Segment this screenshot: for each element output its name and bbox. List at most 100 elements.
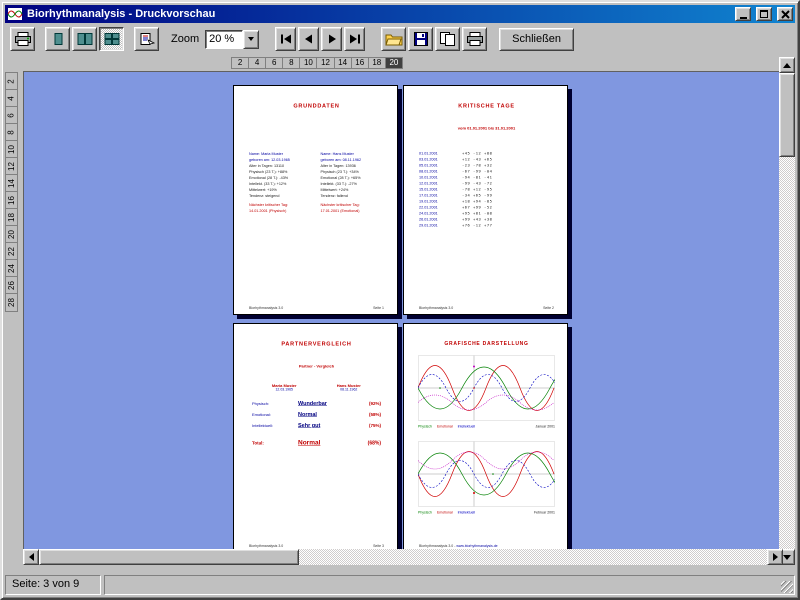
vertical-scrollbar[interactable] xyxy=(779,57,795,565)
chart-period-label: Januar 2001 xyxy=(536,425,555,429)
chart-2-container xyxy=(418,442,555,510)
total-value: Normal xyxy=(298,439,368,447)
partner-headers: Maria Muster 12.03.1965 Hans Muster 08.1… xyxy=(252,384,381,392)
page-number: Seite 3 xyxy=(373,545,384,549)
ruler-mark: 24 xyxy=(6,260,17,277)
comparison-rows: Physisch: Wunderbar (92%) Emotional: Nor… xyxy=(252,401,381,434)
prev-page-icon xyxy=(303,34,315,44)
values-cell: -34 +65 -99 xyxy=(462,193,492,198)
preview-page-1[interactable]: GRUNDDATEN Name: Maria Muster geboren am… xyxy=(233,85,398,315)
copy-button[interactable] xyxy=(435,27,460,51)
scroll-up-button[interactable] xyxy=(779,57,795,73)
horizontal-scroll-thumb[interactable] xyxy=(39,549,299,565)
marker-dot xyxy=(439,387,441,389)
text-line: 14.01.2001 (Physisch) xyxy=(249,208,313,214)
ruler-mark: 18 xyxy=(369,58,386,68)
app-window: Biorhythmanalysis - Druckvorschau xyxy=(0,0,800,600)
values-cell: +95 +81 -08 xyxy=(462,211,492,216)
zoom-dropdown-button[interactable] xyxy=(243,30,259,49)
print-setup-button[interactable] xyxy=(10,27,35,51)
scroll-down-icon xyxy=(783,555,791,564)
last-page-button[interactable] xyxy=(344,27,365,51)
biorhythm-chart-2 xyxy=(418,442,555,507)
values-cell: +76 -12 +77 xyxy=(462,223,492,228)
text-line: 17.01.2001 (Emotional) xyxy=(321,208,385,214)
cycle-value: Sehr gut xyxy=(298,423,369,429)
next-page-button[interactable] xyxy=(321,27,342,51)
footer-text: Biorhythmanalysis 3.0 xyxy=(419,307,453,311)
chart-period-label: Februar 2001 xyxy=(534,511,555,515)
page-subtitle: Partner - Vergleich xyxy=(234,364,398,369)
close-preview-button[interactable]: Schließen xyxy=(499,28,574,51)
page-footer: Biorhythmanalysis 3.0 Seite 3 xyxy=(249,545,384,549)
two-pages-view-button[interactable] xyxy=(72,27,97,51)
ruler-mark: 28 xyxy=(6,294,17,311)
close-window-button[interactable] xyxy=(777,7,793,21)
ruler-mark: 8 xyxy=(283,58,300,68)
zoom-value[interactable]: 20 % xyxy=(205,30,243,49)
open-icon xyxy=(385,33,403,46)
total-label: Total: xyxy=(252,441,298,446)
cycle-percent: (75%) xyxy=(369,423,381,428)
horizontal-scrollbar[interactable] xyxy=(23,549,783,565)
app-icon xyxy=(7,7,23,21)
scroll-right-icon xyxy=(773,553,782,561)
values-cell: -94 -81 -41 xyxy=(462,175,492,180)
text-line: Tendenz: steigend xyxy=(249,193,313,199)
save-button[interactable] xyxy=(408,27,433,51)
page-setup-icon xyxy=(139,33,155,46)
ruler-mark: 20 xyxy=(6,226,17,243)
cycle-percent: (92%) xyxy=(369,401,381,406)
values-cell: -78 +12 -95 xyxy=(462,187,492,192)
page-number: Seite 1 xyxy=(373,307,384,311)
scroll-left-button[interactable] xyxy=(23,549,39,565)
title-bar[interactable]: Biorhythmanalysis - Druckvorschau xyxy=(5,5,795,23)
person-1-column: Name: Maria Muster geboren am: 12.03.196… xyxy=(249,151,313,214)
footer-text: Biorhythmanalysis 3.0 xyxy=(249,545,283,549)
one-page-icon xyxy=(50,33,66,45)
two-pages-icon xyxy=(77,33,93,45)
vertical-scroll-thumb[interactable] xyxy=(779,73,795,157)
preview-page-2[interactable]: KRITISCHE TAGE vom 01.01.2001 bis 31.01.… xyxy=(403,85,568,315)
maximize-icon xyxy=(760,10,768,18)
page-2-content: KRITISCHE TAGE vom 01.01.2001 bis 31.01.… xyxy=(404,86,568,315)
ruler-mark: 12 xyxy=(6,158,17,175)
values-cell: +12 -43 +65 xyxy=(462,157,492,162)
print-icon xyxy=(466,32,484,46)
ruler-mark: 16 xyxy=(6,192,17,209)
cycle-value: Wunderbar xyxy=(298,401,369,407)
ruler-mark: 4 xyxy=(6,90,17,107)
minimize-button[interactable] xyxy=(735,7,751,21)
preview-page-4[interactable]: GRAFISCHE DARSTELLUNG xyxy=(403,323,568,553)
marker-dot xyxy=(473,492,475,494)
ruler-mark: 4 xyxy=(249,58,266,68)
table-row: 29.01.2001+76 -12 +77 xyxy=(419,223,554,229)
comparison-row: Intellektuell: Sehr gut (75%) xyxy=(252,423,381,434)
status-bar: Seite: 3 von 9 xyxy=(5,573,795,595)
zoom-combobox[interactable]: 20 % xyxy=(205,30,259,49)
ruler-mark: 8 xyxy=(6,124,17,141)
values-cell: -67 -99 -04 xyxy=(462,169,492,174)
scroll-right-button[interactable] xyxy=(767,549,783,565)
first-page-button[interactable] xyxy=(275,27,296,51)
page-setup-button[interactable] xyxy=(134,27,159,51)
cycle-label: Emotional: xyxy=(252,413,298,418)
marker-dot xyxy=(473,387,475,389)
comparison-row: Emotional: Normal (58%) xyxy=(252,412,381,423)
page-title: PARTNERVERGLEICH xyxy=(234,341,398,347)
open-button[interactable] xyxy=(381,27,406,51)
zoom-label: Zoom xyxy=(171,33,199,45)
ruler-mark: 6 xyxy=(6,107,17,124)
values-cell: -99 -43 -72 xyxy=(462,181,492,186)
partner-2-header: Hans Muster 08.11.1962 xyxy=(317,384,382,392)
four-pages-view-button[interactable] xyxy=(99,27,124,51)
preview-page-3[interactable]: PARTNERVERGLEICH Partner - Vergleich Mar… xyxy=(233,323,398,553)
dropdown-arrow-icon xyxy=(248,37,254,41)
chart-1-legend: Physisch Emotional Intellektuell Januar … xyxy=(418,425,555,429)
one-page-view-button[interactable] xyxy=(45,27,70,51)
print-button[interactable] xyxy=(462,27,487,51)
maximize-button[interactable] xyxy=(756,7,772,21)
previous-page-button[interactable] xyxy=(298,27,319,51)
resize-grip[interactable] xyxy=(781,581,793,593)
page-status-panel: Seite: 3 von 9 xyxy=(5,575,101,595)
